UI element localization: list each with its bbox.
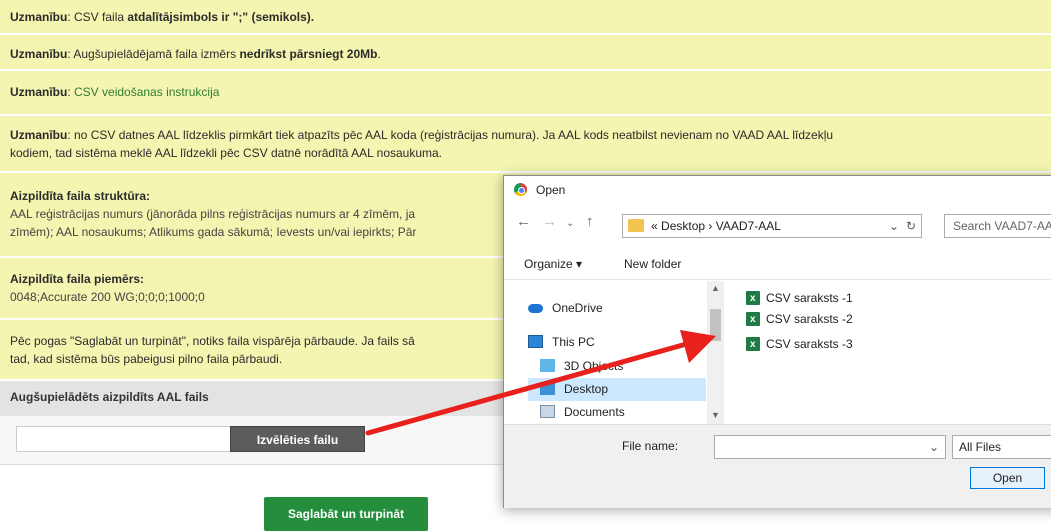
path-separator: › xyxy=(708,219,713,233)
organize-button[interactable]: Organize ▾ xyxy=(524,257,582,271)
notice-text: AAL reģistrācijas numurs (jānorāda pilns… xyxy=(10,207,416,221)
nav-item-label: This PC xyxy=(552,335,595,349)
desktop-icon xyxy=(540,382,555,395)
notice-text: Pēc pogas "Saglabāt un turpināt", notiks… xyxy=(10,334,415,348)
open-button[interactable]: Open xyxy=(970,467,1045,489)
notice-text: : Augšupielādējamā faila izmērs xyxy=(67,47,240,61)
file-name-dropdown-icon[interactable]: ⌄ xyxy=(929,440,939,454)
forward-arrow-icon[interactable]: → xyxy=(542,213,557,230)
excel-file-icon xyxy=(746,289,760,309)
notice-csv-separator: Uzmanību: CSV faila atdalītājsimbols ir … xyxy=(0,0,1051,35)
excel-file-icon xyxy=(746,310,760,330)
notice-bold: nedrīkst pārsniegt 20Mb xyxy=(239,47,378,61)
nav-item-label: OneDrive xyxy=(552,301,603,315)
notice-text: kodiem, tad sistēma meklē AAL līdzekli p… xyxy=(10,146,443,160)
notice-title-suffix: : xyxy=(140,272,145,286)
breadcrumb-vaad7-aal[interactable]: VAAD7-AAL xyxy=(716,219,781,233)
nav-item-label: Desktop xyxy=(564,382,609,396)
notice-title: Aizpildīta faila struktūra xyxy=(10,189,147,203)
address-path: « Desktop › VAAD7-AAL xyxy=(651,215,781,237)
back-arrow-icon[interactable]: ← xyxy=(516,213,531,230)
file-name: CSV saraksts -3 xyxy=(766,337,853,351)
open-file-dialog: Open ← → ⌄ ↑ « Desktop › VAAD7-AAL ⌄ ↻ S… xyxy=(503,175,1051,508)
notice-text: zīmēm); AAL nosaukums; Atlikums gada sāk… xyxy=(10,225,417,239)
notice-bold: atdalītājsimbols ir ";" (semikols). xyxy=(127,10,315,24)
file-name-input[interactable]: ⌄ xyxy=(714,435,946,459)
file-name: CSV saraksts -2 xyxy=(766,312,853,326)
file-type-filter[interactable]: All Files xyxy=(952,435,1051,459)
toolbar-divider xyxy=(504,279,1051,280)
nav-item-label: 3D Objects xyxy=(564,359,624,373)
breadcrumb-desktop[interactable]: Desktop xyxy=(661,219,705,233)
address-bar[interactable]: « Desktop › VAAD7-AAL ⌄ ↻ xyxy=(622,214,922,238)
scroll-thumb[interactable] xyxy=(710,309,721,341)
dialog-title: Open xyxy=(536,183,566,197)
nav-item-label: Documents xyxy=(564,405,625,419)
folder-icon xyxy=(628,219,644,232)
nav-scrollbar[interactable]: ▲ ▼ xyxy=(707,281,724,424)
cube-icon xyxy=(540,359,555,372)
notice-file-size: Uzmanību: Augšupielādējamā faila izmērs … xyxy=(0,35,1051,71)
refresh-icon[interactable]: ↻ xyxy=(906,215,916,237)
notice-prefix: Uzmanību xyxy=(10,128,68,142)
history-dropdown-icon[interactable]: ⌄ xyxy=(566,218,574,229)
navigation-pane: OneDrive This PC 3D Objects Desktop Docu… xyxy=(516,281,706,424)
scroll-up-icon[interactable]: ▲ xyxy=(711,283,720,293)
dialog-bottom-bar: File name: ⌄ All Files Open xyxy=(504,424,1051,508)
search-input[interactable]: Search VAAD7-AAL xyxy=(944,214,1051,238)
scroll-down-icon[interactable]: ▼ xyxy=(711,410,720,420)
notice-instructions: Uzmanību: CSV veidošanas instrukcija xyxy=(0,71,1051,116)
dialog-toolbar: Organize ▾ New folder xyxy=(504,248,1051,278)
file-name: CSV saraksts -1 xyxy=(766,291,853,305)
computer-icon xyxy=(528,335,543,348)
path-prefix: « xyxy=(651,219,658,233)
excel-file-icon xyxy=(746,335,760,355)
choose-file-button[interactable]: Izvēlēties failu xyxy=(230,426,365,452)
document-icon xyxy=(540,405,555,418)
save-and-continue-button[interactable]: Saglabāt un turpināt xyxy=(264,497,428,531)
address-dropdown-icon[interactable]: ⌄ xyxy=(889,215,899,237)
notice-identification: Uzmanību: no CSV datnes AAL līdzeklis pi… xyxy=(0,116,1051,173)
notice-text: : xyxy=(67,85,75,99)
chrome-icon xyxy=(514,183,527,196)
dialog-titlebar: Open xyxy=(504,176,1051,204)
csv-instructions-link[interactable]: CSV veidošanas instrukcija xyxy=(74,85,219,99)
notice-prefix: Uzmanību xyxy=(10,47,68,61)
notice-title-suffix: : xyxy=(146,189,151,203)
new-folder-button[interactable]: New folder xyxy=(624,257,681,271)
notice-text: : no CSV datnes AAL līdzeklis pirmkārt t… xyxy=(67,128,834,142)
notice-suffix: . xyxy=(377,47,381,61)
notice-text: : CSV faila xyxy=(67,10,128,24)
cloud-icon xyxy=(528,304,543,313)
notice-text: 0048;Accurate 200 WG;0;0;0;1000;0 xyxy=(10,290,205,304)
up-arrow-icon[interactable]: ↑ xyxy=(586,213,594,230)
notice-prefix: Uzmanību xyxy=(10,10,68,24)
notice-text: tad, kad sistēma būs pabeigusi pilno fai… xyxy=(10,352,283,366)
file-path-input[interactable] xyxy=(16,426,232,452)
file-name-label: File name: xyxy=(622,439,679,453)
notice-prefix: Uzmanību xyxy=(10,85,68,99)
notice-title: Aizpildīta faila piemērs xyxy=(10,272,141,286)
